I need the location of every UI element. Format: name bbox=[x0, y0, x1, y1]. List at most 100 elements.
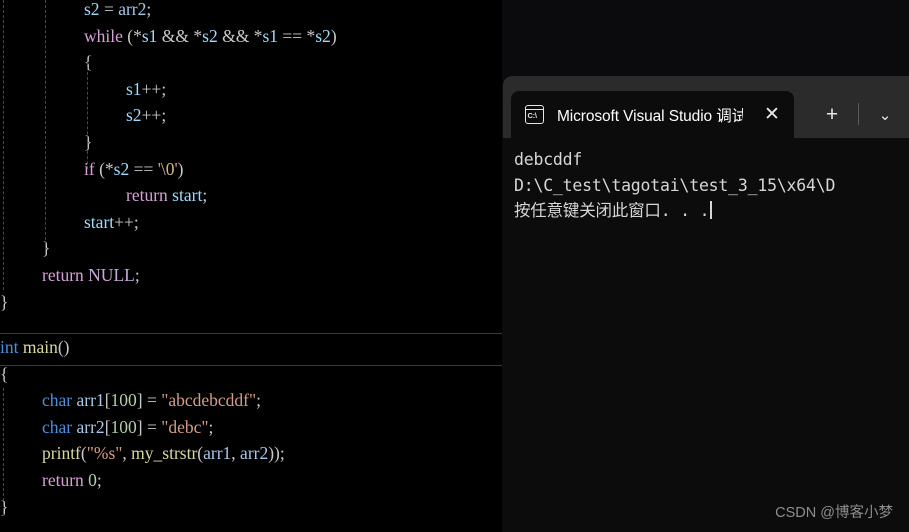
code-token: printf bbox=[42, 443, 81, 464]
code-token: * bbox=[306, 25, 316, 46]
code-token: , bbox=[122, 443, 132, 464]
code-token: "debc" bbox=[161, 416, 209, 437]
code-text: while (*s1 && *s2 && *s1 == *s2) bbox=[84, 23, 337, 50]
code-token: while bbox=[84, 25, 123, 46]
upper-code-line[interactable]: { bbox=[0, 49, 502, 76]
code-token: 100 bbox=[110, 390, 137, 411]
code-token: s1 bbox=[126, 78, 142, 99]
code-token: = bbox=[142, 390, 162, 411]
code-token: my_strstr bbox=[131, 443, 198, 464]
code-token: s2 bbox=[202, 25, 218, 46]
code-token: ) bbox=[330, 25, 337, 46]
code-editor[interactable]: s2 = arr2; while (*s1 && *s2 && *s1 == *s… bbox=[0, 0, 502, 532]
code-token: return bbox=[42, 264, 84, 285]
code-token: ++ bbox=[141, 78, 162, 99]
current-line-rule bbox=[0, 365, 502, 366]
code-block-upper[interactable]: s2 = arr2; while (*s1 && *s2 && *s1 == *s… bbox=[0, 0, 502, 315]
code-token: ; bbox=[161, 105, 167, 126]
code-token: start bbox=[84, 211, 115, 232]
code-token: ; bbox=[133, 211, 139, 232]
code-token: ( bbox=[94, 158, 105, 179]
code-token: { bbox=[0, 363, 9, 384]
terminal-tab-bar: Microsoft Visual Studio 调试控 ✕ + ⌄ bbox=[503, 76, 909, 138]
upper-code-line[interactable]: s2++; bbox=[0, 102, 502, 129]
current-line-rule bbox=[0, 333, 502, 334]
indent-guide bbox=[45, 0, 47, 255]
code-block-lower[interactable]: int main(){ char arr1[100] = "abcdebcddf"… bbox=[0, 334, 502, 520]
upper-code-line[interactable]: s1++; bbox=[0, 76, 502, 103]
code-token: ; bbox=[202, 185, 208, 206]
command-prompt-icon bbox=[525, 105, 544, 124]
code-token: arr1 bbox=[203, 443, 232, 464]
code-token: () bbox=[57, 337, 70, 357]
code-text: } bbox=[0, 289, 8, 316]
terminal-line: 按任意键关闭此窗口. . . bbox=[514, 198, 909, 224]
lower-code-line[interactable]: return 0; bbox=[0, 467, 502, 494]
code-token: , bbox=[231, 443, 241, 464]
code-token: ( bbox=[122, 25, 134, 46]
code-token: return bbox=[126, 185, 168, 206]
lower-code-line[interactable]: int main() bbox=[0, 334, 502, 361]
code-token: ; bbox=[279, 443, 285, 464]
chevron-down-icon[interactable]: ⌄ bbox=[865, 91, 905, 138]
code-token: ; bbox=[256, 390, 262, 411]
code-token: s1 bbox=[141, 25, 158, 46]
terminal-line: debcddf bbox=[514, 150, 583, 169]
code-token: ; bbox=[96, 469, 102, 490]
terminal-tab[interactable]: Microsoft Visual Studio 调试控 ✕ bbox=[511, 91, 794, 138]
code-token: s2 bbox=[84, 0, 100, 19]
upper-code-line[interactable]: while (*s1 && *s2 && *s1 == *s2) bbox=[0, 23, 502, 50]
code-token: s2 bbox=[113, 158, 130, 179]
lower-code-line[interactable]: } bbox=[0, 494, 502, 521]
upper-code-line[interactable]: } bbox=[0, 235, 502, 262]
code-token: char bbox=[42, 416, 73, 437]
indent-guide bbox=[87, 62, 89, 169]
upper-code-line[interactable]: return NULL; bbox=[0, 262, 502, 289]
code-text: char arr1[100] = "abcdebcddf"; bbox=[42, 387, 261, 414]
upper-code-line[interactable]: s2 = arr2; bbox=[0, 0, 502, 23]
code-text: return start; bbox=[126, 182, 207, 209]
code-token: s1 bbox=[262, 25, 278, 46]
lower-code-line[interactable]: char arr2[100] = "debc"; bbox=[0, 414, 502, 441]
code-text: char arr2[100] = "debc"; bbox=[42, 414, 213, 441]
new-tab-button[interactable]: + bbox=[812, 91, 852, 138]
upper-code-line[interactable]: } bbox=[0, 289, 502, 316]
code-token: ; bbox=[161, 78, 167, 99]
code-token: char bbox=[42, 390, 73, 411]
code-token: ++ bbox=[141, 105, 162, 126]
code-token: = bbox=[99, 0, 119, 19]
code-token: arr1 bbox=[76, 390, 105, 411]
code-text: start++; bbox=[84, 209, 139, 236]
code-token: return bbox=[42, 469, 84, 490]
code-token: == bbox=[278, 25, 307, 46]
code-token: * bbox=[133, 25, 142, 46]
code-token: arr2 bbox=[76, 416, 105, 437]
terminal-tab-title: Microsoft Visual Studio 调试控 bbox=[557, 107, 743, 125]
code-token: ++ bbox=[114, 211, 134, 232]
code-token: \0 bbox=[160, 158, 175, 179]
terminal-line: D:\C_test\tagotai\test_3_15\x64\D bbox=[514, 175, 836, 195]
upper-code-line[interactable]: } bbox=[0, 129, 502, 156]
code-text: s2 = arr2; bbox=[84, 0, 151, 23]
terminal-line-text: 按任意键关闭此窗口. . . bbox=[514, 201, 710, 220]
code-token: ; bbox=[146, 0, 152, 19]
code-token: 100 bbox=[110, 416, 137, 437]
lower-code-line[interactable]: char arr1[100] = "abcdebcddf"; bbox=[0, 387, 502, 414]
upper-code-line[interactable]: return start; bbox=[0, 182, 502, 209]
terminal-window[interactable]: Microsoft Visual Studio 调试控 ✕ + ⌄ debcdd… bbox=[503, 76, 909, 532]
code-token: && bbox=[157, 25, 194, 46]
code-text: return NULL; bbox=[42, 262, 140, 289]
upper-code-line[interactable]: start++; bbox=[0, 209, 502, 236]
lower-code-line[interactable]: printf("%s", my_strstr(arr1, arr2)); bbox=[0, 440, 502, 467]
code-text: s1++; bbox=[126, 76, 166, 103]
code-token: )) bbox=[268, 443, 280, 464]
upper-code-line[interactable]: if (*s2 == '\0') bbox=[0, 156, 502, 183]
close-icon[interactable]: ✕ bbox=[758, 101, 786, 129]
indent-guide bbox=[3, 0, 5, 290]
code-token: NULL bbox=[88, 264, 135, 285]
watermark: CSDN @博客小梦 bbox=[775, 505, 893, 521]
text-cursor bbox=[710, 201, 712, 219]
code-token: if bbox=[84, 158, 95, 179]
terminal-output[interactable]: debcddf D:\C_test\tagotai\test_3_15\x64\… bbox=[503, 138, 909, 532]
code-token: main bbox=[22, 337, 58, 357]
